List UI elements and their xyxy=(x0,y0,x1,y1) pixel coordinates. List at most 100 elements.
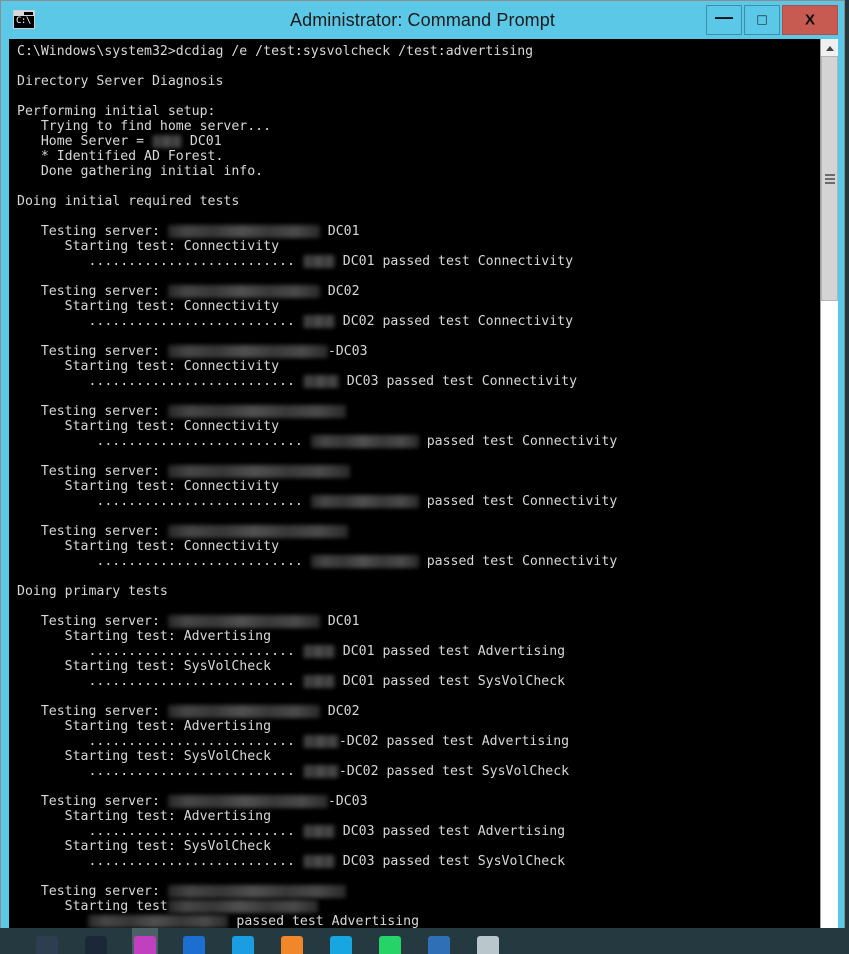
window-app-icon[interactable] xyxy=(426,928,452,954)
console-line-text: DC02 xyxy=(319,284,360,299)
redacted-hostname xyxy=(167,900,318,913)
redacted-hostname xyxy=(310,555,419,568)
console-line: .......................... passed test C… xyxy=(17,554,820,569)
console-line: Starting test: Advertising xyxy=(17,629,272,644)
file-explorer-icon[interactable] xyxy=(475,928,501,954)
console-line-text xyxy=(17,914,88,929)
console-line: .......................... DC03 passed t… xyxy=(17,374,820,389)
close-button[interactable]: X xyxy=(782,5,838,35)
scrollbar-thumb[interactable] xyxy=(821,56,838,301)
console-line: .......................... passed test C… xyxy=(17,434,820,449)
maximize-button[interactable]: □ xyxy=(744,5,780,35)
console-line-text: DC02 passed test Connectivity xyxy=(334,314,574,329)
console-scrollbar[interactable] xyxy=(820,39,838,933)
redacted-hostname xyxy=(167,405,346,418)
console-line-text: .......................... xyxy=(17,494,311,509)
whatsapp-icon[interactable] xyxy=(377,928,403,954)
console-line-text: .......................... xyxy=(17,434,311,449)
edge-browser-icon[interactable] xyxy=(230,928,256,954)
console-line: Starting test: Connectivity xyxy=(17,359,280,374)
console-line-text: DC03 passed test Connectivity xyxy=(338,374,578,389)
redacted-hostname xyxy=(167,705,320,718)
dropbox-icon-glyph xyxy=(330,936,352,954)
console-line-text: passed test Advertising xyxy=(228,914,420,929)
redacted-hostname xyxy=(167,795,328,808)
console-line-text: Testing server: xyxy=(17,344,168,359)
console-output[interactable]: C:\Windows\system32>dcdiag /e /test:sysv… xyxy=(9,39,820,933)
desktop-background: C:\ Administrator: Command Prompt — □ X … xyxy=(0,0,849,954)
window-controls: — □ X xyxy=(704,5,838,35)
redacted-hostname xyxy=(167,885,346,898)
window-titlebar[interactable]: C:\ Administrator: Command Prompt — □ X xyxy=(1,1,844,39)
command-prompt-icon[interactable]: C:\ xyxy=(13,10,35,29)
console-line-text: .......................... xyxy=(17,554,311,569)
dropbox-icon[interactable] xyxy=(328,928,354,954)
minimize-icon: — xyxy=(715,7,733,27)
console-line-text: Testing server: xyxy=(17,614,168,629)
console-line: .......................... DC03 passed t… xyxy=(17,854,820,869)
redacted-hostname xyxy=(310,435,419,448)
console-line: * Identified AD Forest. xyxy=(17,149,224,164)
console-line-text: .......................... xyxy=(17,674,303,689)
console-line-text: .......................... xyxy=(17,854,303,869)
console-line: Trying to find home server... xyxy=(17,119,272,134)
window-app-icon-glyph xyxy=(428,936,450,954)
console-line-text: DC01 passed test Advertising xyxy=(334,644,566,659)
firefox-browser-icon-glyph xyxy=(281,936,303,954)
edge-browser-icon-glyph xyxy=(232,936,254,954)
console-line: Starting test: Advertising xyxy=(17,809,272,824)
console-line: Starting test: SysVolCheck xyxy=(17,839,272,854)
console-line-text: .......................... xyxy=(17,254,303,269)
pen-tool-icon[interactable] xyxy=(34,928,60,954)
firefox-browser-icon[interactable] xyxy=(279,928,305,954)
redacted-hostname xyxy=(302,255,335,268)
console-line: Starting test: Connectivity xyxy=(17,239,280,254)
file-explorer-icon-glyph xyxy=(477,936,499,954)
console-line-text: DC03 passed test SysVolCheck xyxy=(334,854,566,869)
console-line-text: DC01 passed test SysVolCheck xyxy=(334,674,566,689)
console-line: Performing initial setup: xyxy=(17,104,216,119)
browser-globe-icon-glyph xyxy=(85,936,107,954)
console-line-text: .......................... xyxy=(17,644,303,659)
browser-globe-icon[interactable] xyxy=(83,928,109,954)
console-line: Doing primary tests xyxy=(17,584,168,599)
console-line: .......................... DC03 passed t… xyxy=(17,824,820,839)
console-line-text: .......................... xyxy=(17,824,303,839)
command-prompt-window: C:\ Administrator: Command Prompt — □ X … xyxy=(0,0,845,940)
scroll-up-arrow-icon[interactable] xyxy=(821,39,838,57)
photos-app-icon[interactable] xyxy=(132,928,158,954)
console-line: Testing server: DC02 xyxy=(17,704,820,719)
redacted-hostname xyxy=(310,495,419,508)
console-line: .......................... passed test C… xyxy=(17,494,820,509)
console-line: Starting test: SysVolCheck xyxy=(17,749,272,764)
console-line: Starting test: Advertising xyxy=(17,719,272,734)
console-line-text: passed test Connectivity xyxy=(418,554,618,569)
console-line: Testing server: -DC03 xyxy=(17,794,820,809)
photos-app-icon-glyph xyxy=(134,936,156,954)
console-line-text: .......................... xyxy=(17,314,303,329)
close-icon: X xyxy=(804,11,815,29)
redacted-hostname xyxy=(302,855,335,868)
console-line: Home Server = DC01 xyxy=(17,134,820,149)
console-line-text: Home Server = xyxy=(17,134,152,149)
redacted-hostname xyxy=(151,135,182,148)
console-line-text: Testing server: xyxy=(17,704,168,719)
console-line: Testing server: xyxy=(17,404,820,419)
console-line-text: DC03 passed test Advertising xyxy=(334,824,566,839)
minimize-button[interactable]: — xyxy=(706,5,742,35)
store-app-icon[interactable] xyxy=(181,928,207,954)
console-line: Starting test: Connectivity xyxy=(17,539,280,554)
console-line: passed test Advertising xyxy=(17,914,820,929)
console-line: Starting test: Connectivity xyxy=(17,419,280,434)
console-line: Starting test xyxy=(17,899,820,914)
redacted-hostname xyxy=(88,915,229,928)
console-line-text: Testing server: xyxy=(17,884,168,899)
icon-prompt-text: C:\ xyxy=(16,16,31,26)
taskbar[interactable] xyxy=(0,928,849,954)
